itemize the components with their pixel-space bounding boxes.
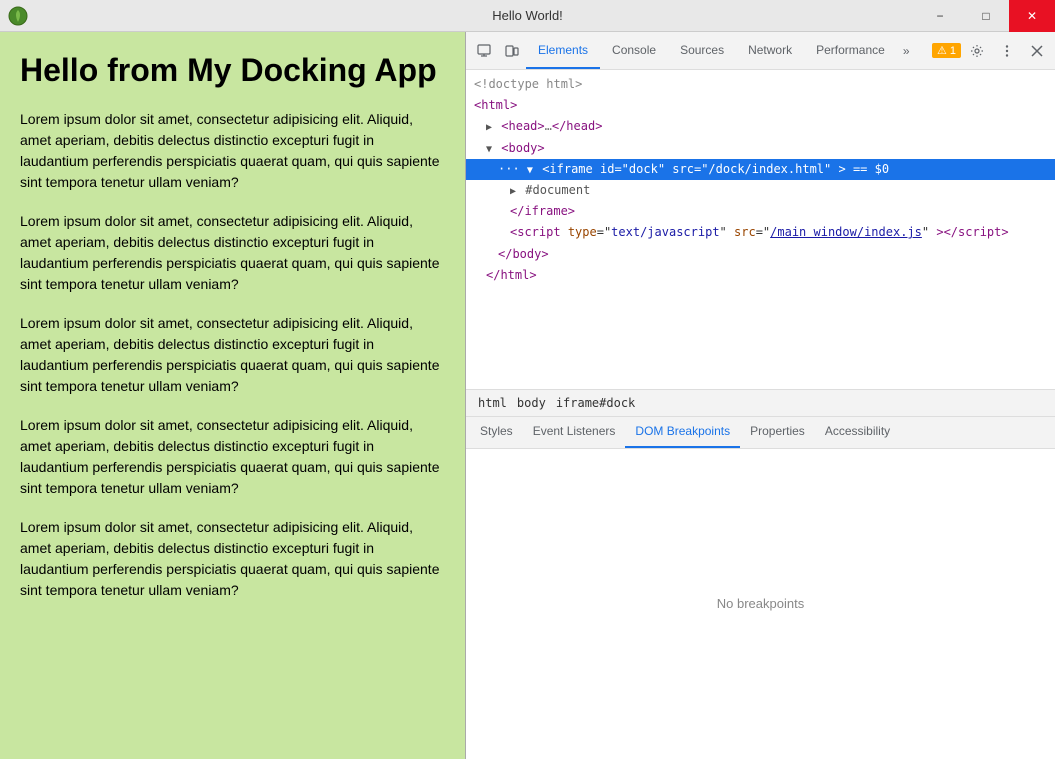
collapse-arrow-head[interactable]: ▶ — [486, 122, 492, 133]
dom-line-body-open[interactable]: ▼ <body> — [466, 138, 1055, 159]
paragraph-3: Lorem ipsum dolor sit amet, consectetur … — [20, 313, 445, 397]
dom-line-body-close[interactable]: </body> — [466, 244, 1055, 265]
dom-line-head[interactable]: ▶ <head>…</head> — [466, 116, 1055, 137]
warning-badge[interactable]: ⚠ 1 — [932, 43, 961, 58]
collapse-arrow-iframe[interactable]: ▼ — [527, 165, 533, 176]
app-window: Hello from My Docking App Lorem ipsum do… — [0, 32, 1055, 759]
minimize-button[interactable]: − — [917, 0, 963, 32]
tab-console[interactable]: Console — [600, 32, 668, 69]
dom-line-iframe[interactable]: ··· ▼ <iframe id="dock" src="/dock/index… — [466, 159, 1055, 180]
collapse-arrow-document[interactable]: ▶ — [510, 186, 516, 197]
dom-line-doctype[interactable]: <!doctype html> — [466, 74, 1055, 95]
inspect-element-button[interactable] — [470, 37, 498, 65]
breadcrumb-iframe[interactable]: iframe#dock — [552, 394, 639, 412]
more-tabs-button[interactable]: » — [897, 32, 916, 69]
paragraph-4: Lorem ipsum dolor sit amet, consectetur … — [20, 415, 445, 499]
devtools-toolbar: Elements Console Sources Network Perform… — [466, 32, 1055, 70]
tab-event-listeners[interactable]: Event Listeners — [523, 417, 626, 448]
window-title: Hello World! — [492, 8, 563, 23]
maximize-button[interactable]: □ — [963, 0, 1009, 32]
dom-line-html[interactable]: <html> — [466, 95, 1055, 116]
tab-performance[interactable]: Performance — [804, 32, 897, 69]
devtools-more-button[interactable] — [993, 37, 1021, 65]
tab-sources[interactable]: Sources — [668, 32, 736, 69]
tab-network[interactable]: Network — [736, 32, 804, 69]
dom-line-html-close[interactable]: </html> — [466, 265, 1055, 286]
content-area: Hello from My Docking App Lorem ipsum do… — [0, 32, 465, 759]
page-heading: Hello from My Docking App — [20, 52, 445, 89]
dom-line-script[interactable]: <script type="text/javascript" src="/mai… — [466, 222, 1055, 243]
window-controls: − □ ✕ — [917, 0, 1055, 32]
dom-tree: <!doctype html> <html> ▶ <head>…</head> … — [466, 70, 1055, 389]
collapse-arrow-body[interactable]: ▼ — [486, 144, 492, 155]
tab-accessibility[interactable]: Accessibility — [815, 417, 900, 448]
devtools-right-controls: ⚠ 1 — [932, 37, 1051, 65]
tab-elements[interactable]: Elements — [526, 32, 600, 69]
title-bar: Hello World! − □ ✕ — [0, 0, 1055, 32]
paragraph-5: Lorem ipsum dolor sit amet, consectetur … — [20, 517, 445, 601]
dom-line-document[interactable]: ▶ #document — [466, 180, 1055, 201]
devtools-close-button[interactable] — [1023, 37, 1051, 65]
dom-line-iframe-close[interactable]: </iframe> — [466, 201, 1055, 222]
devtools-panel: Elements Console Sources Network Perform… — [465, 32, 1055, 759]
tab-styles[interactable]: Styles — [470, 417, 523, 448]
breadcrumb-body[interactable]: body — [513, 394, 550, 412]
bottom-content: No breakpoints — [466, 449, 1055, 759]
close-button[interactable]: ✕ — [1009, 0, 1055, 32]
no-breakpoints-text: No breakpoints — [717, 596, 804, 611]
devtools-tabs: Elements Console Sources Network Perform… — [526, 32, 932, 69]
app-icon — [8, 6, 28, 26]
bottom-tabs-bar: Styles Event Listeners DOM Breakpoints P… — [466, 417, 1055, 449]
paragraph-2: Lorem ipsum dolor sit amet, consectetur … — [20, 211, 445, 295]
breadcrumb-html[interactable]: html — [474, 394, 511, 412]
tab-dom-breakpoints[interactable]: DOM Breakpoints — [625, 417, 740, 448]
breadcrumb-bar: html body iframe#dock — [466, 389, 1055, 417]
paragraph-1: Lorem ipsum dolor sit amet, consectetur … — [20, 109, 445, 193]
tab-properties[interactable]: Properties — [740, 417, 815, 448]
device-toolbar-button[interactable] — [498, 37, 526, 65]
devtools-settings-button[interactable] — [963, 37, 991, 65]
